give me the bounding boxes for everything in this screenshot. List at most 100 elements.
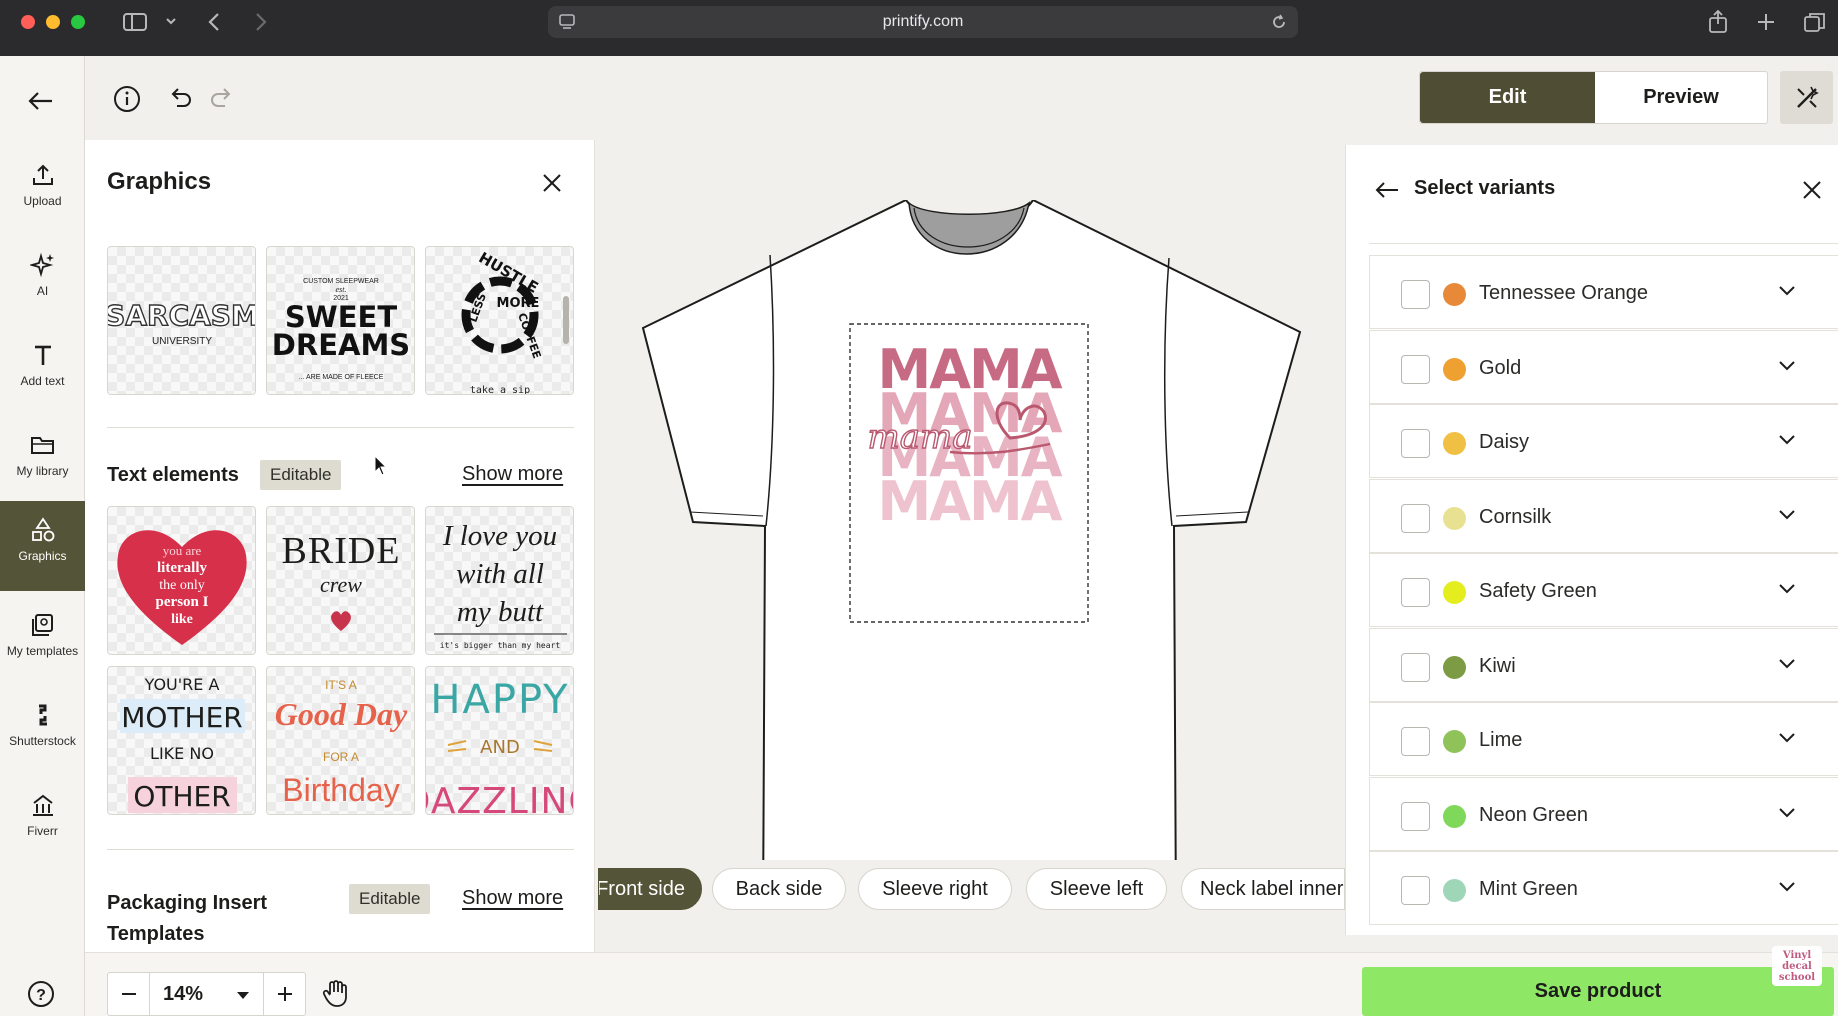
rail-item-fiverr[interactable]: Fiverr	[0, 792, 85, 872]
side-label: Front side	[598, 877, 685, 900]
variant-row[interactable]: Kiwi	[1369, 627, 1838, 702]
edit-button[interactable]: Edit	[1420, 72, 1595, 123]
variant-checkbox[interactable]	[1401, 503, 1430, 533]
new-tab-icon[interactable]	[1755, 11, 1777, 33]
preview-button[interactable]: Preview	[1595, 72, 1767, 123]
color-swatch	[1443, 432, 1466, 455]
thumb-text: DAZZLING	[426, 781, 574, 815]
close-icon[interactable]	[1801, 179, 1823, 201]
tab-overview-icon[interactable]	[1803, 11, 1827, 33]
variant-row[interactable]: Daisy	[1369, 404, 1838, 478]
editable-badge: Editable	[260, 460, 342, 490]
show-more-link[interactable]: Show more	[462, 463, 563, 486]
close-icon[interactable]	[540, 171, 564, 195]
variant-name: Safety Green	[1479, 580, 1597, 602]
variant-checkbox[interactable]	[1401, 280, 1430, 309]
text-element-happy[interactable]: HAPPY AND DAZZLING	[425, 666, 574, 815]
rail-item-label: Upload	[23, 194, 62, 208]
variant-row[interactable]: Gold	[1369, 329, 1838, 404]
window-zoom-button[interactable]	[71, 15, 85, 29]
zoom-out-button[interactable]	[108, 973, 150, 1015]
undo-icon[interactable]	[168, 86, 194, 110]
variant-name: Lime	[1479, 729, 1523, 751]
zoom-value[interactable]: 14%	[163, 983, 203, 1006]
rail-item-my-templates[interactable]: My templates	[0, 612, 85, 692]
text-element-mother[interactable]: YOU'RE A MOTHER LIKE NO OTHER	[107, 666, 256, 815]
show-more-link[interactable]: Show more	[462, 887, 563, 910]
variant-row[interactable]: Lime	[1369, 702, 1838, 776]
chevron-down-icon[interactable]	[1778, 434, 1796, 446]
rail-item-my-library[interactable]: My library	[0, 432, 85, 512]
text-element-bride[interactable]: BRIDE crew	[266, 506, 415, 655]
variant-checkbox[interactable]	[1401, 578, 1430, 607]
caret-down-icon[interactable]	[236, 991, 250, 1001]
back-arrow-icon[interactable]	[1374, 180, 1400, 200]
text-element-good-day[interactable]: IT'S A Good Day FOR A Birthday	[266, 666, 415, 815]
tab-neck-label-inner[interactable]: Neck label inner	[1181, 868, 1345, 910]
share-icon[interactable]	[1707, 9, 1729, 35]
chevron-down-icon[interactable]	[1778, 360, 1796, 372]
chevron-down-icon[interactable]	[1778, 732, 1796, 744]
watermark-text: school	[1778, 972, 1816, 983]
thumb-text: you are	[163, 543, 202, 558]
color-swatch	[1443, 730, 1466, 753]
tab-sleeve-right[interactable]: Sleeve right	[858, 868, 1012, 910]
variant-checkbox[interactable]	[1401, 801, 1430, 831]
reload-icon[interactable]	[1270, 13, 1288, 31]
chevron-down-icon[interactable]	[1778, 583, 1796, 595]
zoom-in-button[interactable]	[263, 973, 305, 1015]
back-arrow-icon[interactable]	[27, 90, 55, 112]
tab-back-side[interactable]: Back side	[712, 868, 846, 910]
variant-row[interactable]: Tennessee Orange	[1369, 255, 1838, 329]
variant-row[interactable]: Safety Green	[1369, 553, 1838, 627]
mama-design[interactable]: MAMA MAMA MAMA MAMA mama	[850, 324, 1088, 554]
variant-row[interactable]: Mint Green	[1369, 851, 1838, 925]
forward-icon[interactable]	[253, 11, 269, 33]
magic-tools-button[interactable]	[1780, 71, 1833, 124]
chevron-down-icon[interactable]	[1778, 285, 1796, 297]
thumb-text: OTHER	[133, 780, 230, 813]
variant-checkbox[interactable]	[1401, 652, 1430, 682]
watermark-text: Vinyl	[1782, 950, 1812, 961]
graphic-thumb-sweet-dreams[interactable]: CUSTOM SLEEPWEAR est. 2021 SWEET DREAMS …	[266, 246, 415, 395]
variant-row[interactable]: Neon Green	[1369, 776, 1838, 851]
graphic-thumb-sarcasm[interactable]: SARCASM UNIVERSITY	[107, 246, 256, 395]
window-close-button[interactable]	[21, 15, 35, 29]
rail-item-add-text[interactable]: Add text	[0, 342, 85, 422]
thumb-text: COFFEE	[515, 311, 543, 360]
text-element-heart[interactable]: you are literally the only person I like	[107, 506, 256, 655]
info-icon[interactable]	[113, 85, 141, 113]
chevron-down-icon[interactable]	[165, 15, 177, 27]
variant-row[interactable]: Cornsilk	[1369, 478, 1838, 553]
chevron-down-icon[interactable]	[1778, 881, 1796, 893]
shapes-icon	[31, 517, 54, 542]
chevron-down-icon[interactable]	[1778, 658, 1796, 670]
design-canvas[interactable]: MAMA MAMA MAMA MAMA mama	[596, 140, 1344, 952]
variant-checkbox[interactable]	[1401, 727, 1430, 756]
rail-item-upload[interactable]: Upload	[0, 162, 85, 242]
chevron-down-icon[interactable]	[1778, 807, 1796, 819]
variant-checkbox[interactable]	[1401, 429, 1430, 458]
window-minimize-button[interactable]	[46, 15, 60, 29]
address-bar[interactable]: printify.com	[548, 6, 1298, 38]
rail-item-ai[interactable]: AI	[0, 252, 85, 332]
sidebar-toggle-icon[interactable]	[122, 11, 148, 33]
variant-checkbox[interactable]	[1401, 354, 1430, 384]
text-element-love-you[interactable]: I love you with all my butt it's bigger …	[425, 506, 574, 655]
tab-front-side[interactable]: Front side	[598, 868, 702, 910]
thumb-text: YOU'RE A	[144, 675, 220, 694]
save-product-button[interactable]: Save product	[1362, 967, 1834, 1016]
tab-sleeve-left[interactable]: Sleeve left	[1026, 868, 1167, 910]
rail-item-graphics[interactable]: Graphics	[0, 501, 85, 591]
help-icon[interactable]: ?	[27, 980, 55, 1008]
select-variants-panel: Select variants Tennessee Orange Gold Dais…	[1345, 145, 1838, 935]
back-icon[interactable]	[206, 11, 222, 33]
rail-item-shutterstock[interactable]: Shutterstock	[0, 702, 85, 782]
variant-checkbox[interactable]	[1401, 876, 1430, 905]
graphic-thumb-hustle[interactable]: HUSTLE MORE COFFEE LESS take a sip	[425, 246, 574, 395]
chevron-down-icon[interactable]	[1778, 509, 1796, 521]
redo-icon[interactable]	[208, 86, 234, 110]
hand-tool-icon[interactable]	[322, 978, 350, 1008]
panel-scrollbar[interactable]	[563, 296, 569, 344]
rail-item-label: AI	[36, 284, 49, 298]
